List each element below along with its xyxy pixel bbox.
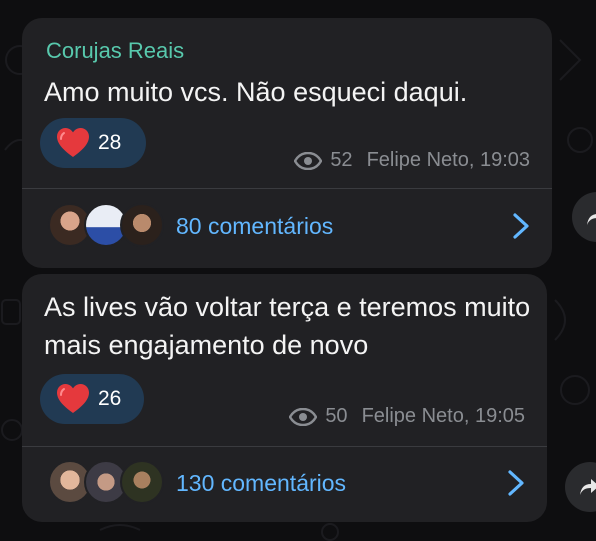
comments-count-label[interactable]: 80 comentários: [176, 213, 512, 240]
eye-icon: [289, 407, 318, 426]
commenter-avatars: [48, 203, 164, 249]
signature-time: Felipe Neto, 19:05: [361, 405, 525, 427]
avatar: [120, 203, 164, 247]
view-count: 50: [325, 405, 348, 427]
heart-icon: [57, 384, 89, 413]
reaction-count: 26: [98, 387, 122, 410]
divider: [22, 188, 552, 189]
share-arrow-icon: [580, 479, 596, 495]
view-count: 52: [330, 149, 353, 171]
signature-time: Felipe Neto, 19:03: [366, 149, 530, 171]
message-meta: 52 Felipe Neto, 19:03: [294, 149, 530, 172]
commenter-avatars: [48, 460, 164, 506]
reaction-count: 28: [98, 131, 122, 154]
divider: [22, 446, 547, 447]
message-meta: 50 Felipe Neto, 19:05: [289, 405, 525, 428]
share-arrow-icon: [587, 214, 596, 225]
comments-count-label[interactable]: 130 comentários: [176, 470, 507, 497]
chevron-right-icon: [508, 470, 524, 496]
heart-icon: [57, 128, 89, 157]
message-text: As lives vão voltar terça e teremos muit…: [44, 292, 531, 360]
message-bubble: As lives vão voltar terça e teremos muit…: [22, 274, 547, 522]
heart-reaction-button[interactable]: 28: [40, 118, 146, 168]
comments-button[interactable]: 80 comentários: [48, 203, 530, 249]
message-bubble: Corujas Reais Amo muito vcs. Não esqueci…: [22, 18, 552, 268]
author-name[interactable]: Corujas Reais: [46, 38, 184, 64]
avatar: [120, 460, 164, 504]
eye-icon: [294, 151, 323, 170]
message-text: Amo muito vcs. Não esqueci daqui.: [44, 77, 468, 107]
heart-reaction-button[interactable]: 26: [40, 374, 144, 424]
comments-button[interactable]: 130 comentários: [48, 460, 525, 506]
chevron-right-icon: [513, 213, 529, 239]
